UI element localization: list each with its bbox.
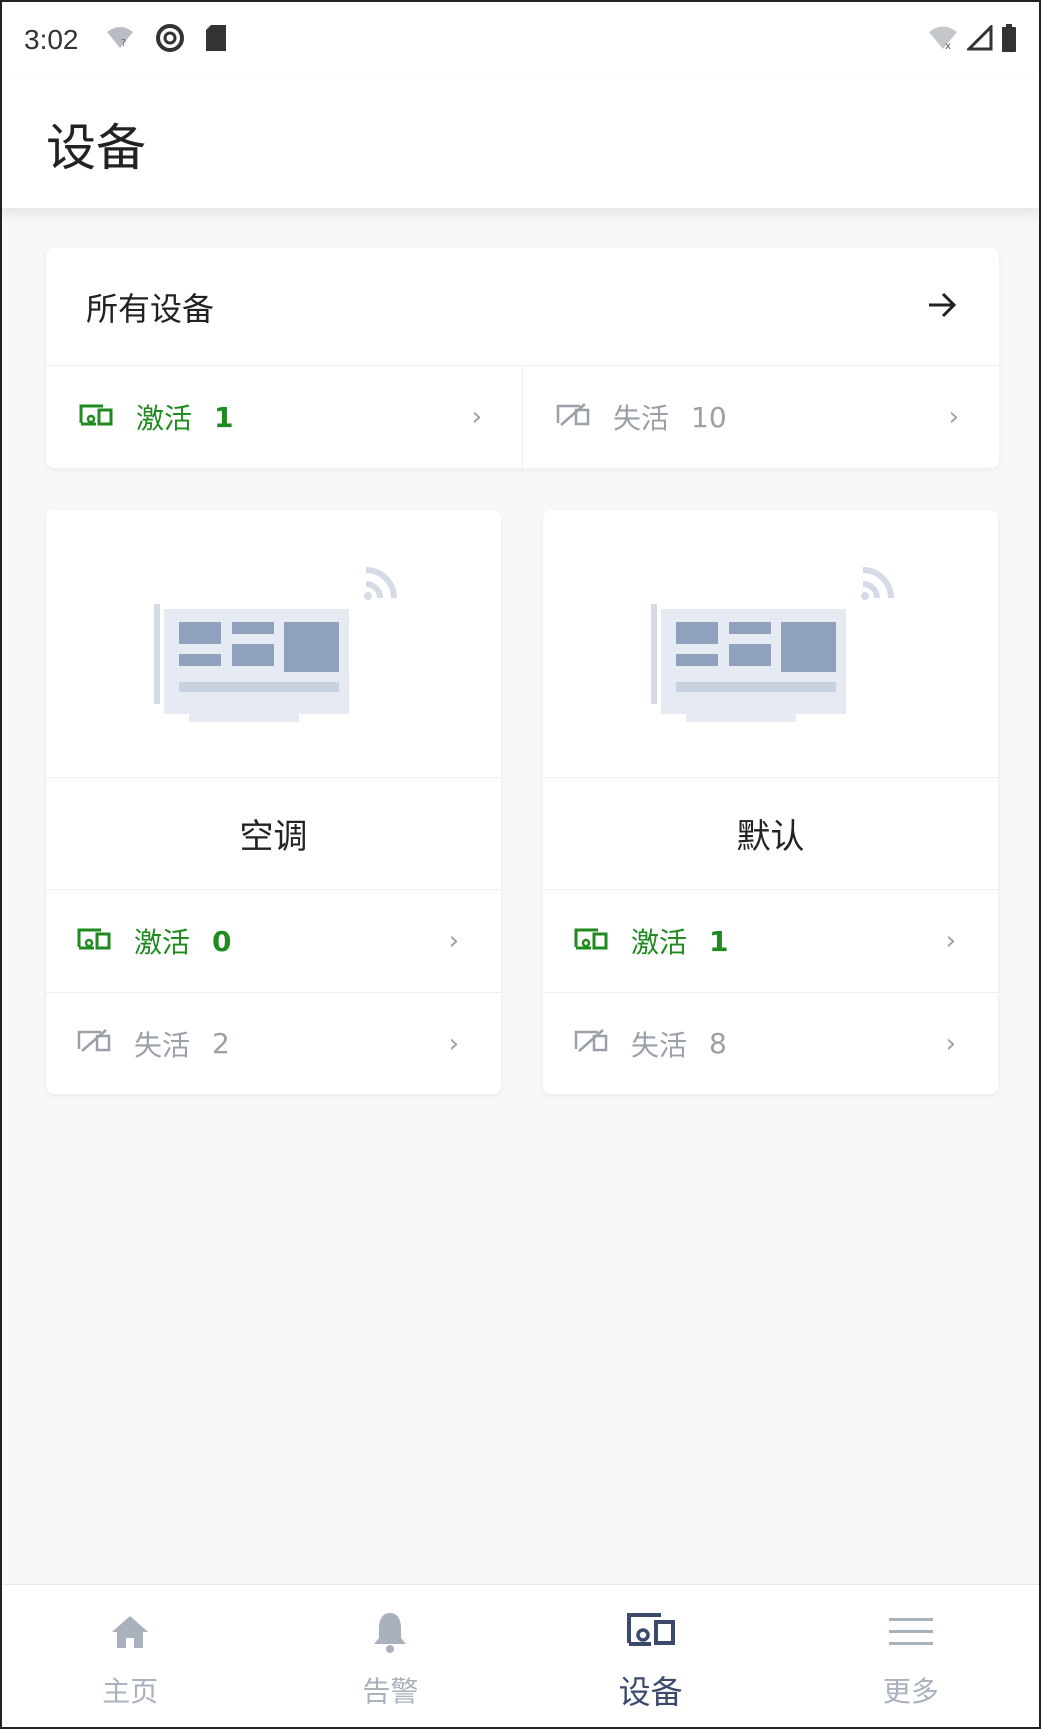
nav-label-home: 主页 [102,1675,159,1708]
page-title: 设备 [46,119,146,177]
chevron-right-icon: › [945,926,956,956]
all-devices-header[interactable]: 所有设备 [46,248,999,366]
wifi-question-icon: ? [105,26,135,54]
all-inactive-row[interactable]: 失活 10 › [522,366,999,468]
chevron-right-icon: › [448,926,459,956]
nav-label-devices: 设备 [618,1673,683,1711]
all-devices-card: 所有设备 激活 1 › 失活 10 › [46,248,999,468]
all-devices-stats: 激活 1 › 失活 10 › [46,366,999,468]
group-inactive-row[interactable]: 失活 2 › [46,992,501,1094]
devices-icon [625,1601,677,1657]
bell-icon [372,1604,408,1660]
chevron-right-icon: › [945,1028,956,1059]
gateway-illustration [543,510,998,778]
group-card: 空调 激活 0 › 失活 2 › [46,510,501,1094]
sync-circle-icon [155,23,185,57]
sd-card-icon [205,24,227,56]
nav-item-devices[interactable]: 设备 [521,1585,781,1729]
inactive-count: 8 [709,1027,727,1060]
device-inactive-icon [573,1027,609,1060]
status-right-group: x [927,23,1017,56]
device-active-icon [78,401,114,434]
device-active-icon [573,925,609,958]
nav-label-alarms: 告警 [362,1675,419,1708]
inactive-count: 2 [212,1027,230,1060]
device-active-icon [76,925,112,958]
svg-text:x: x [945,41,951,51]
all-devices-label: 所有设备 [86,289,215,328]
bottom-nav: 主页 告警 设备 更多 [0,1584,1041,1729]
device-inactive-icon [555,401,591,434]
status-time: 3:02 [24,24,79,55]
chevron-right-icon: › [948,402,959,432]
inactive-label: 失活 [613,402,670,435]
chevron-right-icon: › [471,402,482,432]
signal-icon [965,23,993,55]
nav-item-alarms[interactable]: 告警 [260,1585,520,1729]
device-inactive-icon [76,1027,112,1060]
arrow-right-icon[interactable] [927,292,957,322]
nav-item-more[interactable]: 更多 [781,1585,1041,1729]
active-label: 激活 [136,402,193,435]
active-label: 激活 [631,926,688,959]
chevron-right-icon: › [448,1028,459,1059]
group-inactive-row[interactable]: 失活 8 › [543,992,998,1094]
nav-label-more: 更多 [882,1675,939,1708]
group-card: 默认 激活 1 › 失活 8 › [543,510,998,1094]
app-header: 设备 [0,80,1041,208]
inactive-count: 10 [691,400,727,434]
group-active-row[interactable]: 激活 1 › [543,890,998,992]
active-count: 1 [709,924,729,958]
group-name: 默认 [543,778,998,890]
home-icon [110,1604,150,1660]
active-count: 0 [212,924,232,958]
all-active-row[interactable]: 激活 1 › [46,366,522,468]
inactive-label: 失活 [631,1028,688,1062]
menu-icon [888,1604,933,1660]
svg-text:?: ? [121,38,126,49]
wifi-off-icon: x [927,25,959,55]
nav-item-home[interactable]: 主页 [0,1585,260,1729]
inactive-label: 失活 [134,1028,191,1062]
group-name: 空调 [46,778,501,890]
status-bar: 3:02 ? x [0,0,1041,80]
active-count: 1 [214,400,234,434]
battery-icon [1001,24,1017,56]
gateway-illustration [46,510,501,778]
group-active-row[interactable]: 激活 0 › [46,890,501,992]
active-label: 激活 [134,926,191,959]
